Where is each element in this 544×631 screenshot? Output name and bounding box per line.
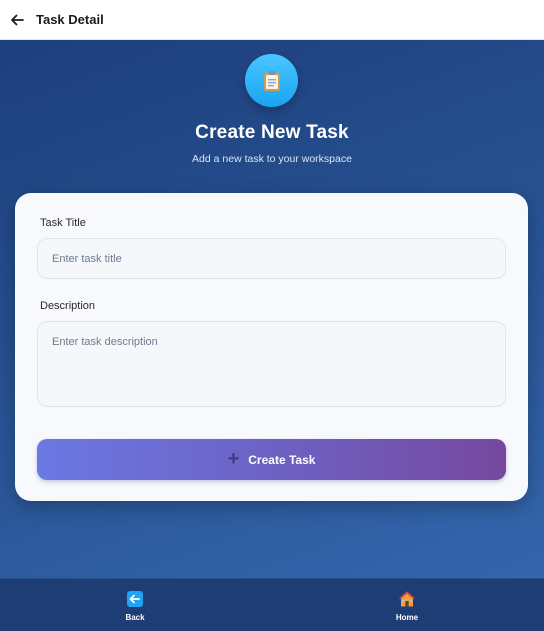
nav-label-home: Home bbox=[395, 613, 419, 622]
nav-item-back[interactable]: Back bbox=[105, 590, 165, 622]
create-task-button[interactable]: + Create Task bbox=[37, 439, 506, 480]
clipboard-icon bbox=[245, 54, 298, 107]
plus-icon: + bbox=[227, 447, 240, 470]
task-title-input[interactable] bbox=[37, 238, 506, 279]
task-form-card: Task Title Description + Create Task bbox=[15, 193, 528, 501]
hero-title: Create New Task bbox=[195, 122, 349, 143]
app-bar: Task Detail bbox=[0, 0, 544, 40]
description-label: Description bbox=[40, 300, 96, 312]
main-content: Create New Task Add a new task to your w… bbox=[0, 40, 544, 578]
create-task-label: Create Task bbox=[248, 452, 316, 467]
task-title-label: Task Title bbox=[40, 217, 86, 229]
hero-subtitle: Add a new task to your workspace bbox=[192, 153, 352, 165]
nav-item-home[interactable]: Home bbox=[377, 590, 437, 622]
home-icon bbox=[399, 591, 415, 607]
back-arrow-icon bbox=[127, 591, 143, 607]
back-arrow-icon[interactable] bbox=[8, 11, 26, 29]
nav-label-back: Back bbox=[125, 613, 145, 622]
page-title: Task Detail bbox=[36, 12, 104, 27]
description-input[interactable] bbox=[37, 321, 506, 407]
bottom-nav: Back Home bbox=[0, 578, 544, 631]
